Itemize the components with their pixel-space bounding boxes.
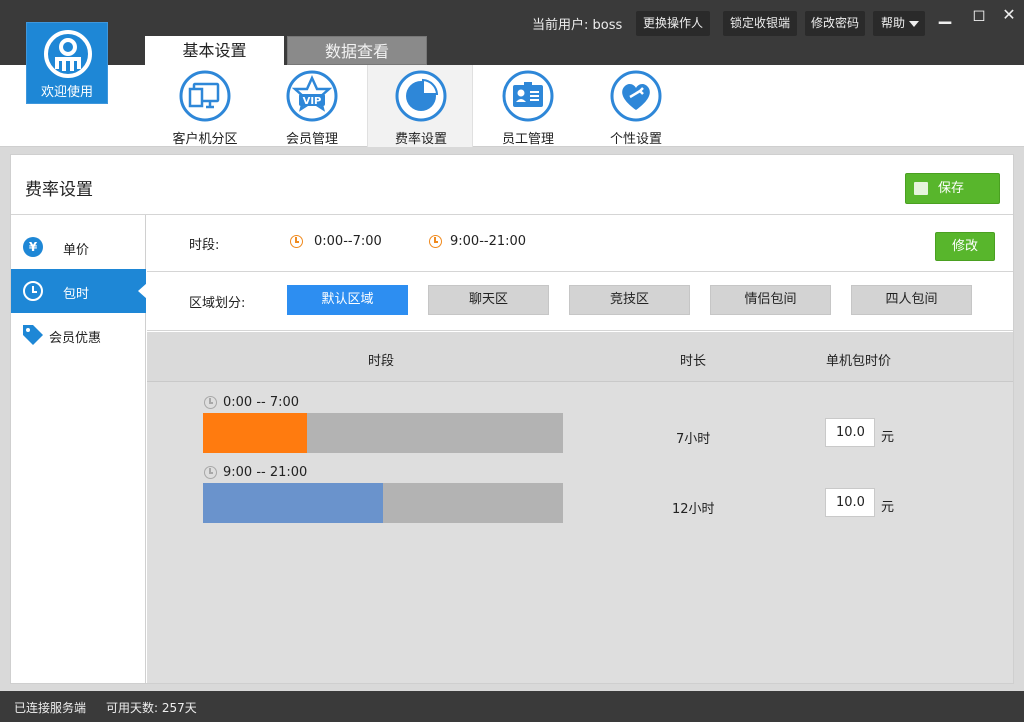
toolbar-label: 客户机分区 [172,132,238,147]
minimize-button[interactable]: ▁ [930,4,960,28]
status-bar: 已连接服务端 可用天数: 257天 [0,691,1024,722]
row-time: 9:00 -- 21:00 [223,465,308,480]
period-label: 时段: [189,238,220,253]
toolbar-item-personalization[interactable]: 个性设置 [583,65,689,147]
page-title: 费率设置 [25,180,93,200]
sidebar-item-hourly-package[interactable]: 包时 [11,269,147,313]
zone-chat[interactable]: 聊天区 [428,285,549,315]
caret-down-icon [909,21,919,27]
feature-toolbar: 客户机分区 VIP 会员管理 费率设置 员工管理 个性设置 [0,65,1024,147]
period-row: 时段: 0:00--7:00 9:00--21:00 修改 [147,215,1013,272]
heart-wrench-icon [610,70,662,122]
sidebar-item-label: 单价 [63,243,90,258]
price-unit: 元 [881,430,895,445]
clock-icon [204,466,217,479]
price-input[interactable] [825,488,875,517]
svg-text:VIP: VIP [303,96,322,107]
monitor-icon [179,70,231,122]
logo-mark-icon [44,30,92,78]
connection-status: 已连接服务端 [14,701,87,715]
row-duration: 7小时 [676,432,711,447]
change-password-button[interactable]: 修改密码 [805,11,865,36]
row-time: 0:00 -- 7:00 [223,395,300,410]
toolbar-label: 个性设置 [609,132,662,147]
pie-chart-icon [395,70,447,122]
vip-star-icon: VIP [286,70,338,122]
time-bar-fill [203,483,383,523]
tab-basic-settings[interactable]: 基本设置 [145,36,284,65]
toolbar-label: 会员管理 [285,132,338,147]
switch-operator-button[interactable]: 更换操作人 [636,11,710,36]
toolbar-item-rate-settings[interactable]: 费率设置 [367,65,473,147]
maximize-button[interactable]: ◻ [964,4,994,28]
rate-table: 时段 时长 单机包时价 0:00 -- 7:00 7小时 元 9:00 -- 2… [147,332,1013,683]
sidebar: ¥ 单价 包时 会员优惠 [11,215,147,683]
column-header-period: 时段 [368,354,395,369]
save-label: 保存 [938,181,965,196]
tab-data-view[interactable]: 数据查看 [287,36,427,65]
close-button[interactable]: ✕ [994,4,1024,28]
period-slot: 9:00--21:00 [450,234,527,249]
zone-default[interactable]: 默认区域 [287,285,408,315]
toolbar-item-staff-management[interactable]: 员工管理 [475,65,581,147]
column-header-duration: 时长 [680,354,707,369]
current-user: 当前用户: boss [532,18,623,33]
floppy-icon [914,182,928,195]
toolbar-item-client-zones[interactable]: 客户机分区 [152,65,258,147]
zone-couple-room[interactable]: 情侣包间 [710,285,831,315]
yen-icon: ¥ [23,237,43,257]
clock-icon [429,235,442,248]
clock-icon [290,235,303,248]
help-button[interactable]: 帮助 [873,11,925,36]
toolbar-label: 员工管理 [501,132,554,147]
tag-icon [23,325,43,345]
clock-icon [23,281,43,301]
price-unit: 元 [881,500,895,515]
time-bar [203,413,563,453]
rate-settings-panel: 费率设置 保存 ¥ 单价 包时 会员优惠 时段: 0:00--7:00 9:00… [10,154,1014,684]
sidebar-item-unit-price[interactable]: ¥ 单价 [11,225,146,269]
price-input[interactable] [825,418,875,447]
edit-button[interactable]: 修改 [935,232,995,261]
lock-cashier-button[interactable]: 锁定收银端 [723,11,797,36]
save-button[interactable]: 保存 [905,173,1000,204]
time-bar-fill [203,413,308,453]
zone-row: 区域划分: 默认区域 聊天区 竞技区 情侣包间 四人包间 [147,273,1013,331]
title-bar: 当前用户: boss 更换操作人 锁定收银端 修改密码 帮助 ▁ ◻ ✕ 基本设… [0,0,1024,65]
clock-icon [204,396,217,409]
zone-gaming[interactable]: 竞技区 [569,285,690,315]
sidebar-item-label: 会员优惠 [49,331,102,346]
toolbar-item-member-management[interactable]: VIP 会员管理 [259,65,365,147]
app-logo: 欢迎使用 [26,22,108,104]
column-header-price: 单机包时价 [826,354,892,369]
period-slot: 0:00--7:00 [314,234,382,249]
zone-label: 区域划分: [189,296,246,311]
row-duration: 12小时 [672,502,715,517]
time-bar [203,483,563,523]
id-card-icon [502,70,554,122]
sidebar-item-label: 包时 [63,287,90,302]
toolbar-label: 费率设置 [394,132,447,147]
table-header: 时段 时长 单机包时价 [147,332,1013,382]
welcome-label: 欢迎使用 [40,85,93,100]
help-label: 帮助 [881,16,906,30]
zone-four-person-room[interactable]: 四人包间 [851,285,972,315]
sidebar-item-member-discount[interactable]: 会员优惠 [11,313,146,357]
days-remaining: 可用天数: 257天 [106,701,197,715]
